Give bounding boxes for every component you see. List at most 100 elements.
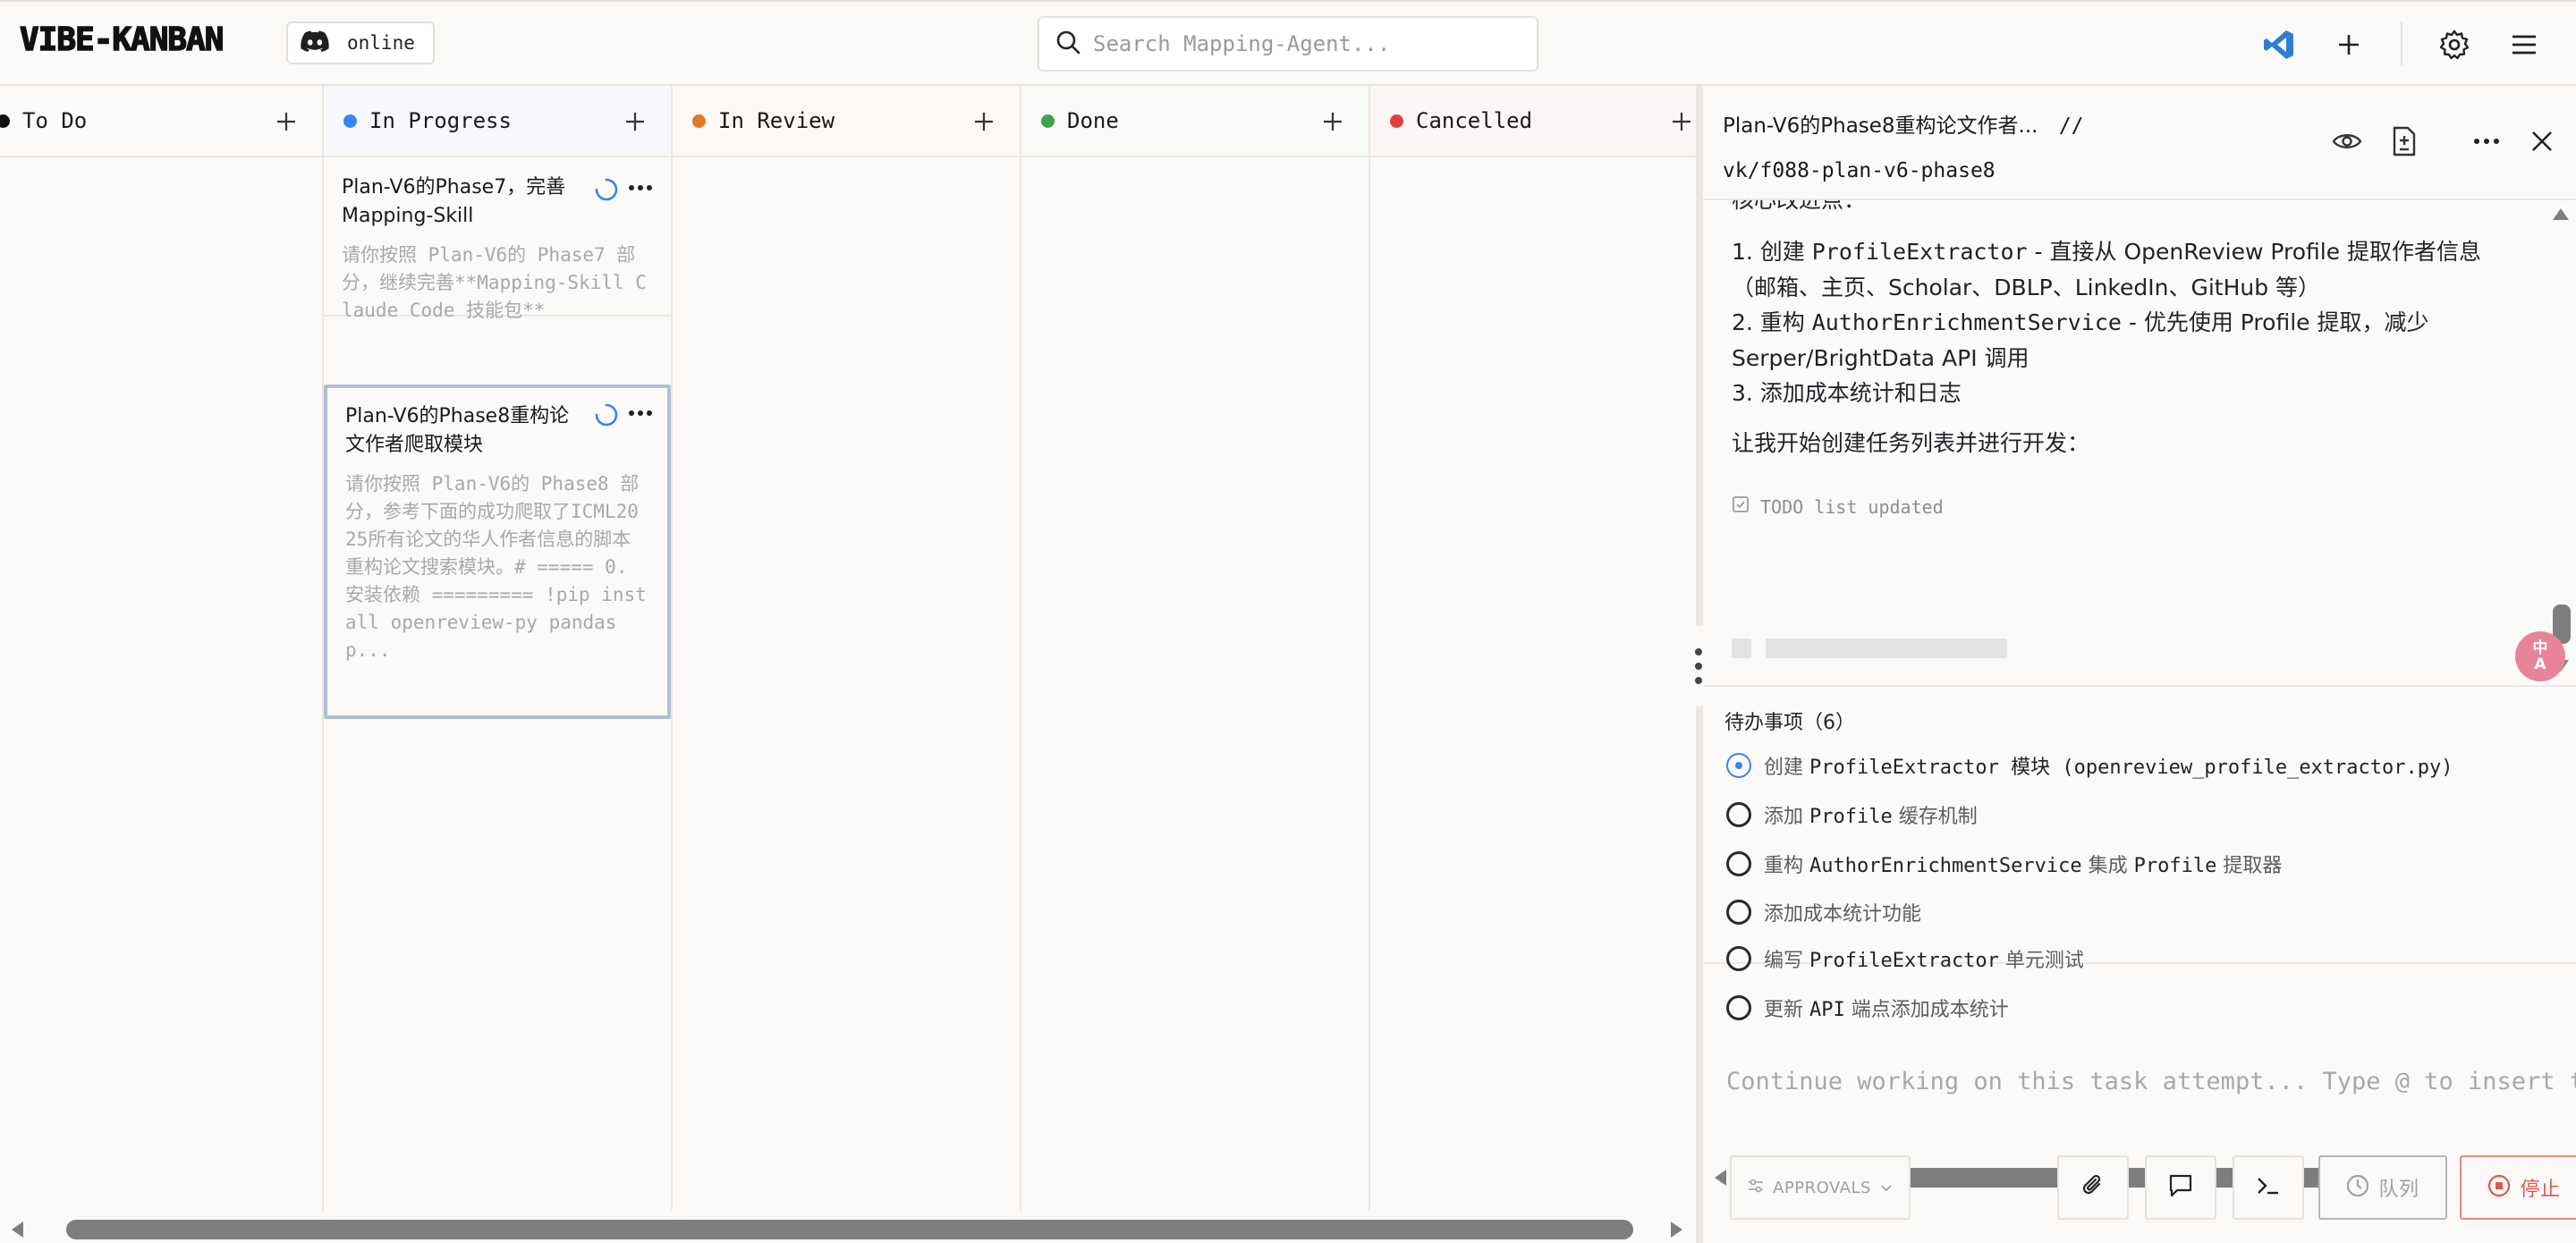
pending-circle-icon <box>1726 802 1751 827</box>
todo-item[interactable]: 创建 ProfileExtractor 模块 (openreview_profi… <box>1726 751 2453 780</box>
checkbox-icon <box>1732 495 1750 518</box>
sliders-icon <box>1748 1179 1764 1196</box>
pending-circle-icon <box>1726 946 1751 971</box>
column-header: In Review <box>673 86 1020 157</box>
todo-item[interactable]: 重构 AuthorEnrichmentService 集成 Profile 提取… <box>1726 850 2282 878</box>
log-item-3: 3. 添加成本统计和日志 <box>1732 380 1962 406</box>
todo-updated-status: TODO list updated <box>1732 495 1944 518</box>
add-task-icon[interactable] <box>270 106 302 138</box>
add-task-icon[interactable] <box>1665 106 1698 138</box>
task-card-title: Plan-V6的Phase7，完善Mapping-Skill <box>342 176 566 227</box>
queue-label: 队列 <box>2378 1179 2419 1201</box>
task-card-description: 请你按照 Plan-V6的 Phase7 部分，继续完善**Mapping-Sk… <box>342 244 647 321</box>
input-toolbar: APPROVALS 队列 停止 <box>1703 1155 2576 1243</box>
task-card-title: Plan-V6的Phase8重构论文作者爬取模块 <box>345 405 570 456</box>
column-in-review: In Review <box>673 86 1021 1211</box>
scroll-left-icon[interactable] <box>9 1220 25 1243</box>
log-cut-line: 核心改进点： <box>1732 200 2519 218</box>
chevron-down-icon <box>1880 1180 1893 1196</box>
panel-title: Plan-V6的Phase8重构论文作者... // vk/f088-plan-… <box>1723 104 2402 193</box>
todo-item[interactable]: 编写 ProfileExtractor 单元测试 <box>1726 944 2084 973</box>
more-options-icon[interactable] <box>2469 123 2504 159</box>
approvals-button[interactable]: APPROVALS <box>1730 1155 1911 1220</box>
menu-icon[interactable] <box>2503 23 2546 66</box>
app-logo[interactable]: VIBE-KANBAN <box>19 21 225 59</box>
task-card-description: 请你按照 Plan-V6的 Phase8 部分，参考下面的成功爬取了ICML20… <box>345 473 647 661</box>
message-icon <box>2168 1173 2193 1202</box>
todo-item[interactable]: 添加 Profile 缓存机制 <box>1726 800 1978 829</box>
in-progress-icon <box>1726 753 1751 778</box>
column-in-progress: In Progress Plan-V6的Phase7，完善Mapping-Ski… <box>324 86 673 1211</box>
search-bar[interactable] <box>1038 16 1538 72</box>
log-item-2: 2. 重构 AuthorEnrichmentService - 优先使用 Pro… <box>1732 309 2429 371</box>
discord-online-status: online <box>347 32 415 54</box>
eye-icon[interactable] <box>2329 123 2365 159</box>
add-task-icon[interactable] <box>968 106 1000 138</box>
pending-circle-icon <box>1726 851 1751 876</box>
title-separator: // <box>2058 114 2084 138</box>
more-options-icon[interactable] <box>626 175 655 200</box>
status-dot <box>1390 114 1403 128</box>
scroll-up-icon[interactable] <box>2551 206 2571 225</box>
stop-circle-icon <box>2487 1174 2511 1201</box>
header-divider <box>2401 21 2402 66</box>
queue-button[interactable]: 队列 <box>2318 1155 2447 1220</box>
task-detail-panel: Plan-V6的Phase8重构论文作者... // vk/f088-plan-… <box>1703 86 2576 1243</box>
pending-circle-icon <box>1726 900 1751 925</box>
column-done: Done <box>1021 86 1370 1211</box>
todo-item[interactable]: 更新 API 端点添加成本统计 <box>1726 994 2009 1022</box>
column-title: Cancelled <box>1416 108 1533 133</box>
attach-button[interactable] <box>2057 1155 2129 1220</box>
stop-label: 停止 <box>2520 1179 2561 1201</box>
follow-up-input[interactable] <box>1726 1068 2576 1157</box>
task-card-selected[interactable]: Plan-V6的Phase8重构论文作者爬取模块 请你按照 Plan-V6的 P… <box>324 385 671 719</box>
stop-button[interactable]: 停止 <box>2460 1155 2576 1220</box>
translate-icon[interactable]: 中 A <box>2515 631 2565 681</box>
file-diff-icon[interactable] <box>2386 123 2422 159</box>
task-card[interactable]: Plan-V6的Phase7，完善Mapping-Skill 请你按照 Plan… <box>324 159 671 321</box>
top-header: VIBE-KANBAN online <box>0 0 2576 86</box>
kanban-board: To Do In Progress Plan-V6的Phase7，完善Mappi… <box>0 86 1696 1243</box>
column-title: In Progress <box>369 108 512 133</box>
board-horizontal-scrollbar[interactable] <box>0 1211 1696 1243</box>
paperclip-icon <box>2081 1173 2105 1202</box>
column-header: Cancelled <box>1370 86 1696 157</box>
log-start-line: 让我开始创建任务列表并进行开发： <box>1732 430 2090 456</box>
column-todo: To Do <box>0 86 324 1211</box>
log-item-1: 1. 创建 ProfileExtractor - 直接从 OpenReview … <box>1732 239 2482 300</box>
status-dot <box>692 114 706 128</box>
discord-status-badge[interactable]: online <box>286 21 435 64</box>
column-title: Done <box>1067 108 1119 133</box>
more-options-icon[interactable] <box>626 401 655 426</box>
terminal-icon <box>2256 1175 2281 1200</box>
close-icon[interactable] <box>2524 123 2560 159</box>
discord-icon <box>301 30 329 55</box>
add-icon[interactable] <box>2327 23 2370 66</box>
vscode-icon[interactable] <box>2258 23 2301 66</box>
status-dot <box>1041 114 1055 128</box>
todo-list-header: 待办事项（6） <box>1724 712 1855 734</box>
comment-button[interactable] <box>2145 1155 2216 1220</box>
task-title: Plan-V6的Phase8重构论文作者... <box>1723 114 2038 138</box>
add-task-icon[interactable] <box>619 106 651 138</box>
gear-icon[interactable] <box>2433 23 2476 66</box>
status-dot <box>0 114 10 128</box>
clock-icon <box>2346 1174 2369 1201</box>
search-input[interactable] <box>1093 31 1504 56</box>
scrollbar-thumb[interactable] <box>66 1220 1633 1239</box>
approvals-label: APPROVALS <box>1773 1178 1871 1197</box>
scroll-right-icon[interactable] <box>1669 1220 1685 1243</box>
todo-updated-text: TODO list updated <box>1760 495 1944 518</box>
add-task-icon[interactable] <box>1317 106 1349 138</box>
todo-item[interactable]: 添加成本统计功能 <box>1726 898 1921 926</box>
column-header: In Progress <box>324 86 671 157</box>
conversation-log: 核心改进点： 1. 创建 ProfileExtractor - 直接从 Open… <box>1703 200 2576 687</box>
terminal-button[interactable] <box>2233 1155 2304 1220</box>
column-title: To Do <box>22 108 88 133</box>
log-vertical-scrollbar[interactable] <box>2544 200 2576 687</box>
loading-spinner-icon <box>594 177 619 202</box>
column-header: To Do <box>0 86 322 157</box>
column-title: In Review <box>718 108 835 133</box>
branch-name: vk/f088-plan-v6-phase8 <box>1723 159 1996 182</box>
loading-skeleton <box>1732 638 1751 658</box>
